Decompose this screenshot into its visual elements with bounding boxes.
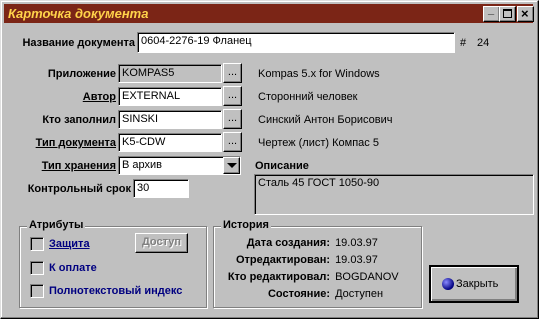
chevron-down-icon <box>227 163 237 168</box>
title-bar[interactable]: Карточка документа _ × <box>4 4 534 23</box>
edited-label: Отредактирован: <box>235 254 330 266</box>
control-term-input[interactable]: 30 <box>133 179 189 198</box>
created-value: 19.03.97 <box>335 237 378 249</box>
fulltext-label[interactable]: Полнотекстовый индекс <box>49 285 182 297</box>
fulltext-checkbox[interactable] <box>30 284 44 298</box>
author-description: Сторонний человек <box>258 91 358 103</box>
created-label: Дата создания: <box>246 237 330 249</box>
minimize-icon: _ <box>488 4 495 16</box>
payment-label[interactable]: К оплате <box>49 262 97 274</box>
author-field[interactable]: EXTERNAL <box>118 87 222 106</box>
history-title: История <box>221 219 271 231</box>
close-button[interactable]: Закрыть <box>429 265 519 303</box>
document-card-window: Карточка документа _ × Название документ… <box>0 0 539 319</box>
doc-number-value: 24 <box>477 37 490 49</box>
author-browse-button[interactable]: ... <box>223 86 242 106</box>
edited-value: 19.03.97 <box>335 254 378 266</box>
doc-name-label: Название документа <box>22 37 135 49</box>
maximize-button[interactable] <box>499 6 516 22</box>
doc-type-label: Тип документа <box>35 137 116 149</box>
history-edited-row: Отредактирован: 19.03.97 <box>217 254 378 266</box>
doc-type-description: Чертеж (лист) Компас 5 <box>258 137 379 149</box>
filled-by-label: Кто заполнил <box>42 114 116 126</box>
state-label: Состояние: <box>267 288 330 300</box>
control-term-label: Контрольный срок <box>27 183 131 195</box>
doc-name-input[interactable]: 0604-2276-19 Фланец <box>137 32 455 53</box>
author-label: Автор <box>82 91 116 103</box>
close-window-button[interactable]: × <box>517 6 534 22</box>
filled-by-browse-button[interactable]: ... <box>223 109 242 129</box>
close-icon: × <box>521 6 529 21</box>
filled-by-description: Синский Антон Борисович <box>258 114 393 126</box>
editor-label: Кто редактировал: <box>227 271 330 283</box>
history-created-row: Дата создания: 19.03.97 <box>217 237 378 249</box>
storage-dropdown-button[interactable] <box>223 157 240 174</box>
history-state-row: Состояние: Доступен <box>217 288 383 300</box>
doc-type-field[interactable]: K5-CDW <box>118 133 222 152</box>
description-label: Описание <box>255 160 309 172</box>
maximize-icon <box>503 9 512 18</box>
app-label: Приложение <box>47 68 116 80</box>
editor-value: BOGDANOV <box>335 271 399 283</box>
doc-number-hash: # <box>460 37 467 49</box>
close-ball-icon <box>442 278 454 290</box>
description-box[interactable]: Сталь 45 ГОСТ 1050-90 <box>254 174 534 215</box>
doc-type-browse-button[interactable]: ... <box>223 132 242 152</box>
history-editor-row: Кто редактировал: BOGDANOV <box>217 271 399 283</box>
app-field[interactable]: KOMPAS5 <box>118 64 222 83</box>
window-title: Карточка документа <box>8 6 149 21</box>
storage-selected-value: В архив <box>122 159 162 171</box>
state-value: Доступен <box>335 288 384 300</box>
app-description: Kompas 5.x for Windows <box>258 68 380 80</box>
filled-by-field[interactable]: SINSKI <box>118 110 222 129</box>
protection-checkbox[interactable] <box>30 237 44 251</box>
app-browse-button[interactable]: ... <box>223 63 242 83</box>
access-button[interactable]: Доступ <box>135 233 188 253</box>
close-button-label: Закрыть <box>456 278 499 290</box>
minimize-button[interactable]: _ <box>483 4 500 22</box>
storage-label: Тип хранения <box>41 160 116 172</box>
payment-checkbox[interactable] <box>30 261 44 275</box>
attributes-title: Атрибуты <box>27 219 86 231</box>
protection-label[interactable]: Защита <box>49 238 90 250</box>
